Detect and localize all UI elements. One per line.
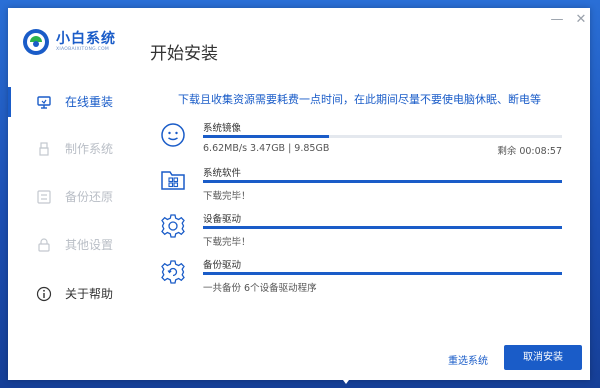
cancel-install-button[interactable]: 取消安装	[504, 345, 582, 370]
logo-icon	[23, 29, 49, 55]
notice-text: 下载且收集资源需要耗费一点时间，在此期间尽量不要使电脑休眠、断电等	[178, 93, 541, 106]
task-name: 系统镜像	[203, 123, 242, 134]
progress-fill	[203, 272, 562, 275]
gear-icon	[161, 214, 185, 238]
sidebar-item-label: 备份还原	[65, 190, 114, 204]
caret-down-icon	[343, 380, 349, 384]
sidebar-item-label: 在线重装	[65, 95, 114, 109]
task-system-software: 系统软件 下载完毕！	[160, 163, 580, 203]
task-status: 下载完毕！	[203, 237, 251, 248]
sidebar-item-label: 其他设置	[65, 238, 114, 252]
backup-icon	[37, 190, 51, 204]
active-indicator	[8, 87, 11, 117]
page-title: 开始安装	[150, 44, 218, 64]
installer-window: 小白系统 XIAOBAIXITONG.COM 开始安装 — ✕ 在线重装 制作系…	[8, 8, 590, 380]
progress-bar	[203, 226, 562, 229]
task-status: 一共备份 6个设备驱动程序	[203, 283, 317, 294]
minimize-button[interactable]: —	[549, 12, 565, 28]
sidebar-item-make-system[interactable]: 制作系统	[8, 134, 136, 164]
progress-fill	[203, 180, 562, 183]
sidebar-item-backup-restore[interactable]: 备份还原	[8, 182, 136, 212]
info-icon	[36, 286, 52, 302]
task-status: 6.62MB/s 3.47GB | 9.85GB	[203, 143, 330, 154]
progress-fill	[203, 226, 562, 229]
gear-backup-icon	[161, 260, 185, 284]
progress-bar	[203, 272, 562, 275]
monitor-icon	[37, 96, 51, 109]
sidebar-item-about-help[interactable]: 关于帮助	[8, 279, 136, 309]
task-device-drivers: 设备驱动 下载完毕！	[160, 209, 580, 249]
folder-apps-icon	[161, 171, 185, 190]
task-remaining: 剩余 00:08:57	[497, 146, 562, 157]
app-title: 小白系统	[56, 31, 116, 47]
usb-icon	[39, 142, 49, 156]
sidebar-item-label: 制作系统	[65, 142, 114, 156]
task-name: 设备驱动	[203, 214, 242, 225]
task-system-image: 系统镜像 6.62MB/s 3.47GB | 9.85GB 剩余 00:08:5…	[160, 118, 580, 158]
sidebar-item-label: 关于帮助	[65, 287, 114, 301]
lock-icon	[38, 238, 50, 252]
progress-bar	[203, 180, 562, 183]
task-name: 系统软件	[203, 168, 242, 179]
progress-fill	[203, 135, 329, 138]
sidebar-item-other-settings[interactable]: 其他设置	[8, 230, 136, 260]
task-name: 备份驱动	[203, 260, 242, 271]
reselect-system-button[interactable]: 重选系统	[448, 352, 488, 367]
close-button[interactable]: ✕	[573, 12, 589, 28]
disc-face-icon	[161, 123, 185, 147]
task-backup-drivers: 备份驱动 一共备份 6个设备驱动程序	[160, 255, 580, 295]
progress-bar	[203, 135, 562, 138]
app-logo: 小白系统 XIAOBAIXITONG.COM	[22, 28, 116, 56]
sidebar-item-online-reinstall[interactable]: 在线重装	[8, 87, 136, 117]
task-status: 下载完毕！	[203, 191, 251, 202]
app-subtitle: XIAOBAIXITONG.COM	[56, 47, 110, 52]
